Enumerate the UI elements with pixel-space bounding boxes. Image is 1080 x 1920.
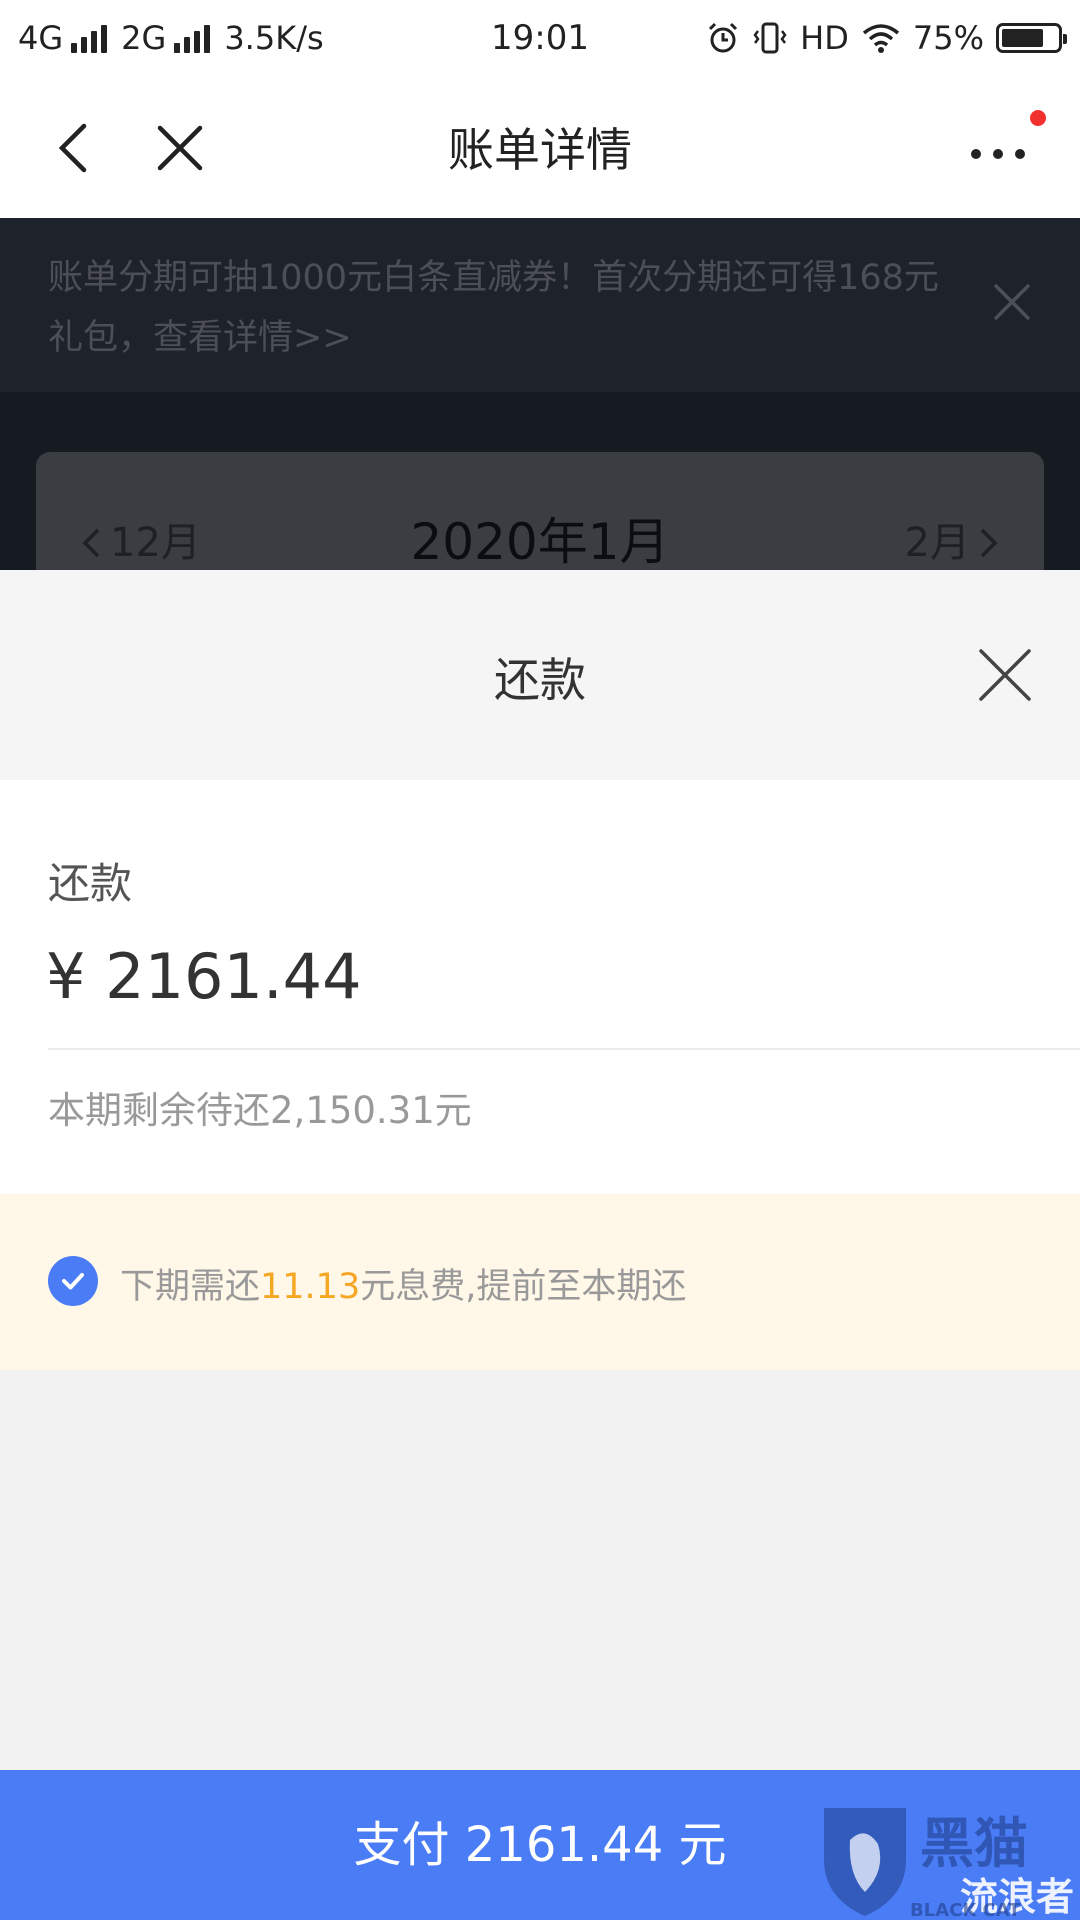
repay-label: 还款 xyxy=(48,859,133,908)
network-type-1: 4G xyxy=(18,19,64,57)
notice-suffix: 元息费,提前至本期还 xyxy=(360,1267,687,1307)
notification-dot xyxy=(1030,110,1046,126)
next-month-label: 2月 xyxy=(904,520,970,566)
page-title: 账单详情 xyxy=(448,123,632,177)
black-cat-watermark-logo: 黑猫 流浪者 BLACK CAT xyxy=(824,1808,1074,1920)
wifi-icon xyxy=(862,24,899,53)
status-left: 4G 2G 3.5K/s xyxy=(18,19,706,57)
month-switcher: 12月 2020年1月 2月 xyxy=(36,452,1044,570)
divider xyxy=(48,1048,1080,1050)
promo-banner-text: 账单分期可抽1000元白条直减券！首次分期还可得168元礼包，查看详情>> xyxy=(48,258,939,358)
signal-strength-icon xyxy=(71,23,108,53)
network-speed: 3.5K/s xyxy=(224,19,324,57)
status-right: HD 75% xyxy=(706,19,1067,57)
notice-interest-amount: 11.13 xyxy=(260,1267,361,1307)
promo-banner[interactable]: 账单分期可抽1000元白条直减券！首次分期还可得168元礼包，查看详情>> xyxy=(0,218,1080,392)
alarm-icon xyxy=(709,22,738,53)
repay-amount-panel: 还款 ¥ 2161.44 本期剩余待还2,150.31元 xyxy=(0,780,1080,1194)
repay-sheet-header: 还款 xyxy=(0,570,1080,780)
close-icon[interactable] xyxy=(976,646,1034,704)
svg-text:黑猫: 黑猫 xyxy=(920,1812,1028,1875)
svg-text:BLACK CAT: BLACK CAT xyxy=(910,1900,1021,1920)
current-month: 2020年1月 xyxy=(410,513,670,570)
sheet-title: 还款 xyxy=(494,653,586,707)
notice-prefix: 下期需还 xyxy=(120,1267,261,1307)
next-month-button[interactable]: 2月 xyxy=(905,510,1000,568)
early-interest-text: 下期需还11.13元息费,提前至本期还 xyxy=(120,1258,686,1309)
battery-percent: 75% xyxy=(912,19,984,57)
check-icon xyxy=(62,1273,84,1290)
checkbox-checked-icon[interactable] xyxy=(48,1256,98,1306)
remaining-amount-text: 本期剩余待还2,150.31元 xyxy=(48,1089,472,1132)
dimmed-background[interactable]: 账单分期可抽1000元白条直减券！首次分期还可得168元礼包，查看详情>> 12… xyxy=(0,218,1080,570)
network-type-2: 2G xyxy=(121,19,167,57)
more-icon[interactable] xyxy=(962,116,1042,180)
battery-fill xyxy=(1002,29,1043,47)
early-interest-option[interactable]: 下期需还11.13元息费,提前至本期还 xyxy=(0,1194,1080,1370)
hd-label: HD xyxy=(800,19,849,57)
chevron-right-icon xyxy=(980,528,998,558)
nav-bar: 账单详情 xyxy=(0,76,1080,218)
signal-strength-icon xyxy=(174,23,211,53)
vibrate-icon xyxy=(753,22,787,54)
status-bar: 4G 2G 3.5K/s 19:01 HD 75% xyxy=(0,0,1080,76)
repay-amount: ¥ 2161.44 xyxy=(46,940,362,1013)
battery-icon xyxy=(996,23,1067,53)
close-icon[interactable] xyxy=(990,280,1034,324)
